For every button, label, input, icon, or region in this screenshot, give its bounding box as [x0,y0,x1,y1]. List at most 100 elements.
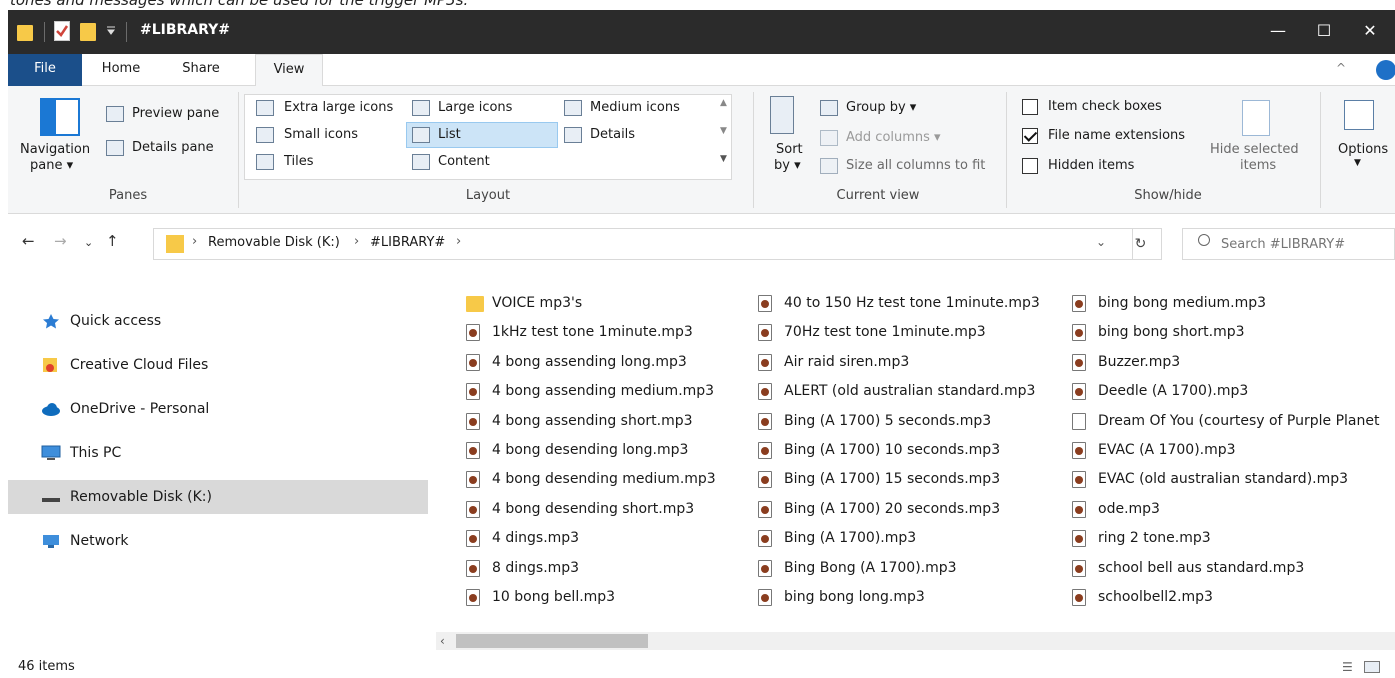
navigation-pane-button[interactable]: Navigation [20,142,90,157]
details-pane-button[interactable]: Details pane [132,140,214,155]
large-icons-view-icon[interactable] [1364,661,1380,673]
nav-item-network[interactable]: Network [8,524,428,558]
forward-arrow-icon[interactable]: → [54,232,67,250]
layout-small-icons[interactable]: Small icons [284,127,358,142]
file-item[interactable]: 8 dings.mp3 [466,555,579,581]
nav-item-onedrive[interactable]: OneDrive - Personal [8,392,428,426]
properties-icon[interactable] [54,21,70,41]
hide-selected-items-button[interactable]: Hide selected [1210,142,1299,157]
file-item[interactable]: Bing (A 1700).mp3 [758,525,916,551]
breadcrumb-removable-disk[interactable]: Removable Disk (K:) [208,235,340,250]
tab-share[interactable]: Share [172,54,230,86]
layout-content[interactable]: Content [438,154,490,169]
item-check-boxes-checkbox[interactable] [1022,99,1038,115]
file-item[interactable]: 4 bong desending short.mp3 [466,496,694,522]
customize-quick-access-icon[interactable] [106,25,116,35]
file-item[interactable]: Air raid siren.mp3 [758,349,909,375]
separator [126,22,127,42]
scrollbar-thumb[interactable] [456,634,648,648]
maximize-button[interactable]: ☐ [1301,10,1347,54]
nav-item-this-pc[interactable]: This PC [8,436,428,470]
nav-item-label: Quick access [70,313,162,329]
file-item[interactable]: bing bong medium.mp3 [1072,290,1266,316]
file-item[interactable]: Bing (A 1700) 15 seconds.mp3 [758,466,1000,492]
options-button[interactable]: Options [1338,142,1388,157]
audio-file-icon [758,559,772,577]
file-name-extensions-checkbox[interactable] [1022,128,1038,144]
search-input[interactable] [1182,228,1395,260]
breadcrumb-library[interactable]: #LIBRARY# [370,235,445,250]
tab-home[interactable]: Home [92,54,150,86]
close-button[interactable]: ✕ [1347,10,1393,54]
add-columns-button[interactable]: Add columns ▾ [846,130,941,145]
layout-extra-large-icons[interactable]: Extra large icons [284,100,393,115]
file-item[interactable]: 40 to 150 Hz test tone 1minute.mp3 [758,290,1040,316]
layout-list[interactable]: List [438,127,461,142]
gallery-scroll-down-icon[interactable]: ▼ [720,126,727,136]
tab-file[interactable]: File [8,54,82,86]
sort-by-button[interactable]: Sort [776,142,803,157]
file-name: 4 bong desending long.mp3 [492,442,689,458]
tab-view[interactable]: View [255,54,323,87]
hidden-items-checkbox[interactable] [1022,158,1038,174]
file-item[interactable]: 4 bong assending short.mp3 [466,408,693,434]
file-item[interactable]: 1kHz test tone 1minute.mp3 [466,319,693,345]
file-item[interactable]: bing bong short.mp3 [1072,319,1245,345]
file-item[interactable]: schoolbell2.mp3 [1072,584,1213,610]
collapse-ribbon-icon[interactable]: ^ [1336,61,1346,75]
file-item[interactable]: Bing Bong (A 1700).mp3 [758,555,957,581]
hide-selected-items-button-line2[interactable]: items [1240,158,1276,173]
file-item[interactable]: ode.mp3 [1072,496,1160,522]
help-icon[interactable] [1376,60,1395,80]
details-view-icon[interactable]: ☰ [1342,656,1353,678]
refresh-button[interactable]: ↻ [1120,228,1162,260]
file-item[interactable]: 4 bong assending long.mp3 [466,349,687,375]
file-item[interactable]: Bing (A 1700) 5 seconds.mp3 [758,408,991,434]
file-item[interactable]: 4 bong assending medium.mp3 [466,378,714,404]
nav-item-creative-cloud-files[interactable]: Creative Cloud Files [8,348,428,382]
file-item[interactable]: ALERT (old australian standard.mp3 [758,378,1035,404]
file-item[interactable]: EVAC (old australian standard).mp3 [1072,466,1348,492]
horizontal-scrollbar[interactable]: ‹ [436,632,1395,650]
file-item[interactable]: 4 bong desending long.mp3 [466,437,688,463]
file-item[interactable]: Deedle (A 1700).mp3 [1072,378,1248,404]
navigation-pane-icon[interactable] [40,98,80,136]
file-item[interactable]: Dream Of You (courtesy of Purple Planet [1072,408,1379,434]
gallery-more-icon[interactable]: ▼ [720,154,727,164]
file-item[interactable]: 70Hz test tone 1minute.mp3 [758,319,986,345]
file-item[interactable]: 4 bong desending medium.mp3 [466,466,716,492]
preview-pane-button[interactable]: Preview pane [132,106,219,121]
address-bar[interactable]: › Removable Disk (K:) › #LIBRARY# › ⌄ [153,228,1133,260]
scroll-left-icon[interactable]: ‹ [440,632,445,650]
file-item[interactable]: Bing (A 1700) 10 seconds.mp3 [758,437,1000,463]
file-item[interactable]: bing bong long.mp3 [758,584,925,610]
file-item[interactable]: school bell aus standard.mp3 [1072,555,1304,581]
layout-tiles[interactable]: Tiles [284,154,314,169]
nav-item-removable-disk[interactable]: Removable Disk (K:) [8,480,428,514]
file-item[interactable]: VOICE mp3's [466,290,582,316]
options-dropdown-icon[interactable]: ▼ [1354,158,1361,168]
layout-large-icons[interactable]: Large icons [438,100,512,115]
file-item[interactable]: ring 2 tone.mp3 [1072,525,1211,551]
file-item[interactable]: EVAC (A 1700).mp3 [1072,437,1236,463]
navigation-pane-button-line2[interactable]: pane ▾ [30,158,73,173]
file-name: 10 bong bell.mp3 [492,589,616,605]
up-arrow-icon[interactable]: ↑ [106,232,119,250]
size-all-columns-button[interactable]: Size all columns to fit [846,158,985,173]
address-dropdown-icon[interactable]: ⌄ [1096,235,1106,249]
minimize-button[interactable]: — [1255,10,1301,54]
group-by-button[interactable]: Group by ▾ [846,100,916,115]
new-folder-icon[interactable] [80,21,98,43]
back-arrow-icon[interactable]: ← [22,232,35,250]
file-item[interactable]: Bing (A 1700) 20 seconds.mp3 [758,496,1000,522]
nav-item-quick-access[interactable]: Quick access [8,304,428,338]
sort-by-button-line2[interactable]: by ▾ [774,158,801,173]
file-item[interactable]: Buzzer.mp3 [1072,349,1180,375]
file-item[interactable]: 4 dings.mp3 [466,525,579,551]
audio-file-icon [1072,500,1086,518]
layout-medium-icons[interactable]: Medium icons [590,100,680,115]
layout-details[interactable]: Details [590,127,635,142]
recent-locations-icon[interactable]: ⌄ [84,236,93,249]
gallery-scroll-up-icon[interactable]: ▲ [720,98,727,108]
file-item[interactable]: 10 bong bell.mp3 [466,584,615,610]
